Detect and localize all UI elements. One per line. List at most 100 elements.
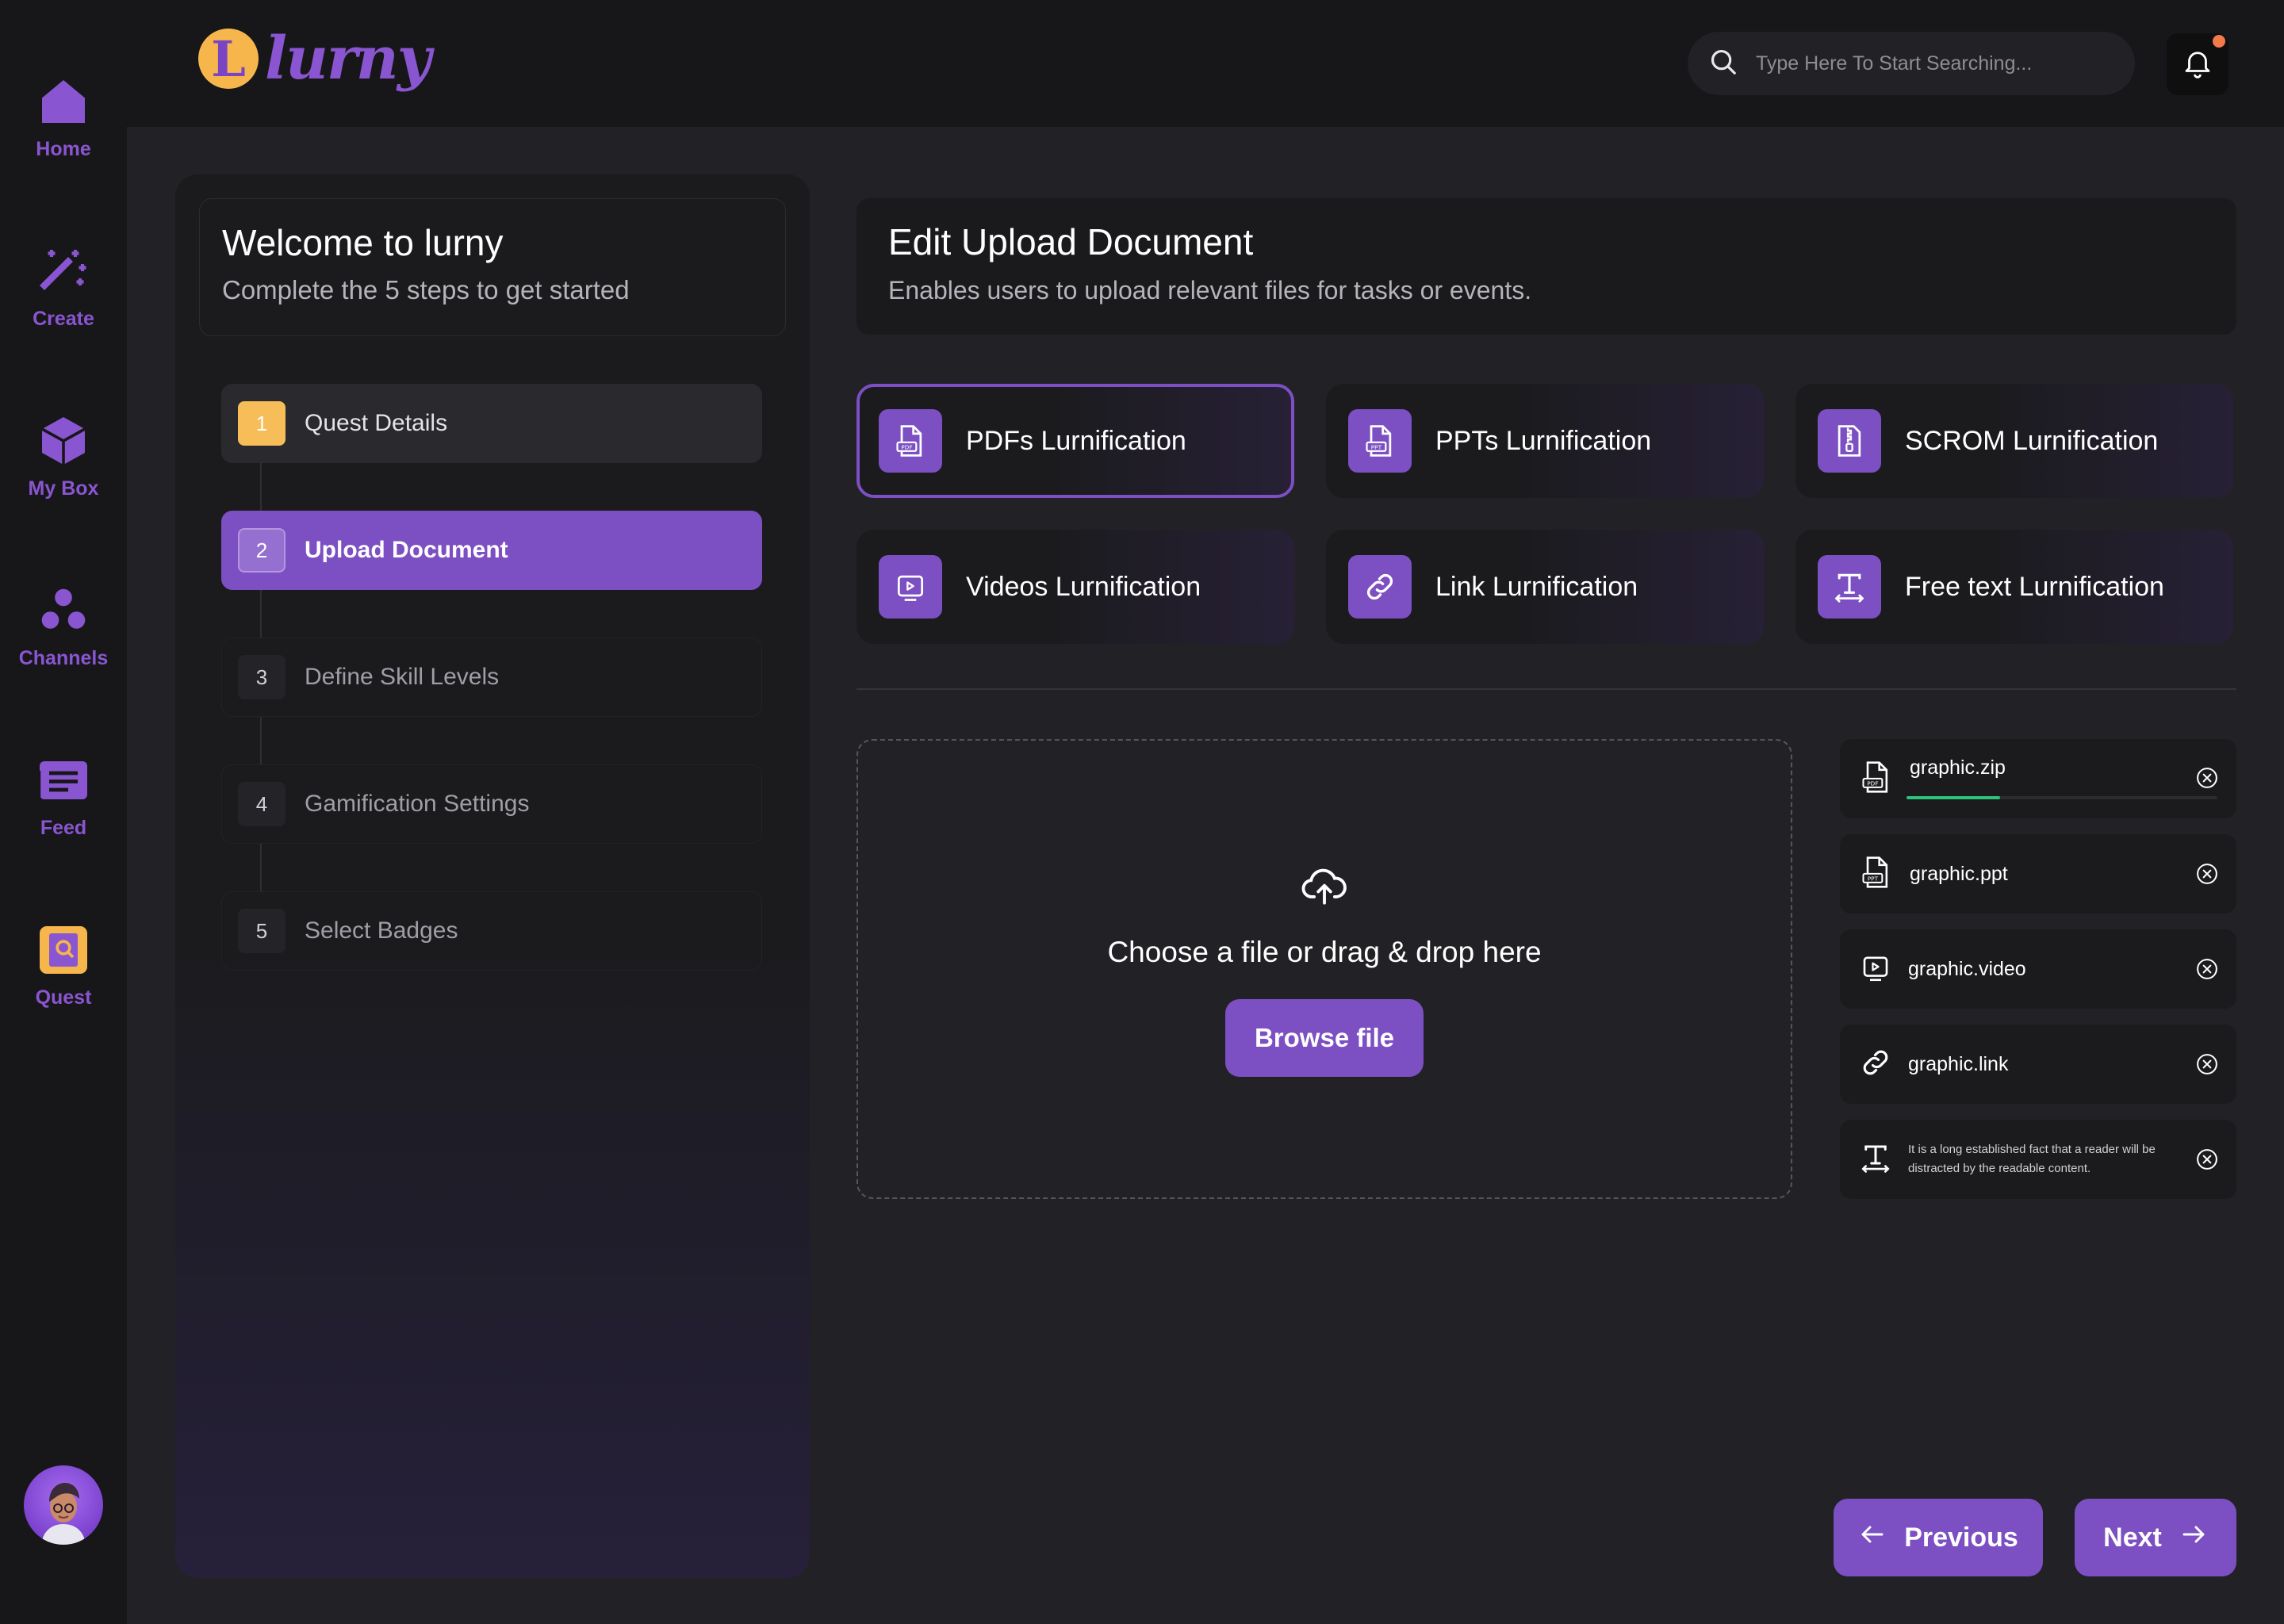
page-title: Edit Upload Document (888, 221, 1254, 262)
channels-icon (35, 582, 92, 639)
avatar-illustration (41, 1483, 86, 1545)
type-card-scrom[interactable]: SCROM Lurnification (1795, 384, 2233, 498)
type-card-pdfs[interactable]: PDF PDFs Lurnification (856, 384, 1294, 498)
step-select-badges[interactable]: 5 Select Badges (221, 891, 762, 971)
file-name: graphic.zip (1910, 756, 2006, 779)
sidebar-item-feed[interactable]: Feed (0, 752, 127, 840)
cloud-upload-icon (1300, 862, 1349, 915)
feed-icon (35, 752, 92, 809)
file-item-link: graphic.link (1840, 1025, 2236, 1104)
arrow-left-icon (1858, 1520, 1887, 1556)
upload-progress-fill (1907, 796, 2000, 799)
sidebar-item-label: My Box (28, 477, 99, 500)
file-item-zip: PDF graphic.zip (1840, 739, 2236, 818)
video-icon (1859, 951, 1892, 988)
file-name: graphic.video (1908, 957, 2026, 980)
sidebar-item-my-box[interactable]: My Box (0, 412, 127, 500)
user-avatar[interactable] (24, 1465, 103, 1545)
type-label: SCROM Lurnification (1905, 425, 2159, 456)
ppt-file-icon: PPT (1348, 409, 1412, 473)
notification-dot (2213, 35, 2225, 48)
type-card-free-text[interactable]: Free text Lurnification (1795, 530, 2233, 644)
logo-text: lurny (265, 25, 431, 93)
file-item-video: graphic.video (1840, 929, 2236, 1009)
sidebar-item-label: Home (36, 138, 91, 160)
sidebar-item-home[interactable]: Home (0, 73, 127, 161)
file-item-free-text: It is a long established fact that a rea… (1840, 1120, 2236, 1199)
next-button[interactable]: Next (2075, 1499, 2236, 1576)
type-card-link[interactable]: Link Lurnification (1326, 530, 1764, 644)
sidebar-item-label: Channels (18, 647, 109, 669)
type-label: PDFs Lurnification (966, 425, 1186, 456)
remove-file-button[interactable] (2195, 766, 2219, 790)
search-icon (1708, 47, 1738, 81)
home-icon (35, 73, 92, 130)
file-dropzone[interactable]: Choose a file or drag & drop here Browse… (856, 739, 1792, 1199)
ppt-file-icon: PPT (1859, 855, 1894, 894)
step-quest-details[interactable]: 1 Quest Details (221, 384, 762, 463)
type-card-videos[interactable]: Videos Lurnification (856, 530, 1294, 644)
pdf-file-icon: PDF (1859, 760, 1894, 799)
file-name: graphic.ppt (1910, 862, 2008, 885)
svg-text:PPT: PPT (1868, 875, 1879, 882)
video-icon (879, 555, 942, 619)
step-gamification-settings[interactable]: 4 Gamification Settings (221, 764, 762, 844)
step-label: Define Skill Levels (305, 664, 500, 690)
step-upload-document[interactable]: 2 Upload Document (221, 511, 762, 590)
zip-file-icon (1818, 409, 1881, 473)
type-label: Free text Lurnification (1905, 571, 2164, 602)
remove-file-button[interactable] (2195, 1147, 2219, 1171)
pdf-file-icon: PDF (879, 409, 942, 473)
magic-wand-icon (35, 243, 92, 300)
remove-file-button[interactable] (2195, 957, 2219, 981)
svg-text:PDF: PDF (901, 443, 912, 450)
logo-badge: L (198, 29, 259, 89)
link-icon (1859, 1046, 1892, 1083)
sidebar: Home Create My Box Channels Feed Quest (0, 0, 127, 1624)
step-define-skill-levels[interactable]: 3 Define Skill Levels (221, 638, 762, 717)
step-connector (260, 844, 262, 891)
dropzone-text: Choose a file or drag & drop here (1107, 935, 1542, 968)
close-circle-icon (2197, 959, 2217, 979)
step-label: Upload Document (305, 537, 508, 563)
sidebar-item-create[interactable]: Create (0, 243, 127, 331)
next-label: Next (2103, 1522, 2162, 1553)
svg-text:PPT: PPT (1371, 443, 1382, 450)
step-label: Quest Details (305, 410, 448, 436)
file-item-ppt: PPT graphic.ppt (1840, 834, 2236, 914)
file-name: It is a long established fact that a rea… (1908, 1143, 2156, 1175)
previous-label: Previous (1904, 1522, 2018, 1553)
text-icon (1818, 555, 1881, 619)
step-connector (260, 463, 262, 511)
page-subtitle: Enables users to upload relevant files f… (888, 276, 1532, 304)
type-label: Link Lurnification (1435, 571, 1638, 602)
steps-panel: Welcome to lurny Complete the 5 steps to… (175, 174, 810, 1578)
step-number: 4 (238, 782, 286, 826)
step-connector (260, 590, 262, 638)
sidebar-item-quest[interactable]: Quest (0, 921, 127, 1009)
sidebar-item-channels[interactable]: Channels (0, 582, 127, 670)
step-label: Select Badges (305, 917, 458, 944)
box-icon (35, 412, 92, 469)
sidebar-item-label: Feed (40, 817, 87, 839)
remove-file-button[interactable] (2195, 862, 2219, 886)
welcome-title: Welcome to lurny (222, 222, 504, 263)
close-circle-icon (2197, 864, 2217, 884)
bell-icon (2181, 46, 2214, 83)
welcome-card: Welcome to lurny Complete the 5 steps to… (199, 198, 786, 336)
previous-button[interactable]: Previous (1834, 1499, 2043, 1576)
step-connector (260, 717, 262, 764)
step-label: Gamification Settings (305, 791, 530, 817)
step-number: 5 (238, 909, 286, 953)
step-number: 3 (238, 655, 286, 699)
browse-file-button[interactable]: Browse file (1225, 998, 1424, 1077)
svg-text:PDF: PDF (1867, 779, 1878, 787)
search-input[interactable] (1756, 52, 2089, 75)
remove-file-button[interactable] (2195, 1052, 2219, 1076)
type-card-ppts[interactable]: PPT PPTs Lurnification (1326, 384, 1764, 498)
arrow-right-icon (2179, 1520, 2208, 1556)
logo[interactable]: L lurny (198, 25, 431, 93)
step-number: 2 (238, 528, 286, 573)
notifications-button[interactable] (2167, 33, 2228, 95)
sidebar-item-label: Quest (35, 986, 92, 1009)
